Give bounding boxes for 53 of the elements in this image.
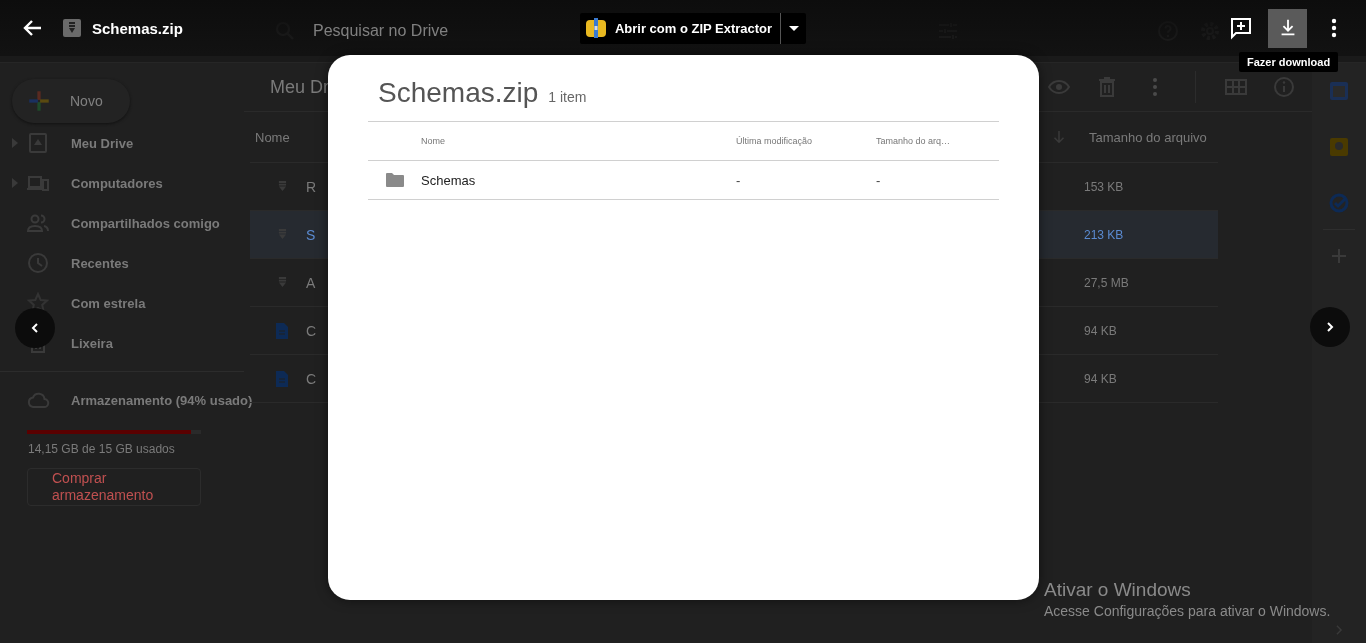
buy-storage-button[interactable]: Comprar armazenamento xyxy=(27,468,201,506)
file-size: 27,5 MB xyxy=(1084,275,1129,290)
chevron-right-icon xyxy=(1324,321,1336,333)
document-icon xyxy=(276,370,288,387)
storage-usage: 14,15 GB de 15 GB usados xyxy=(28,442,176,456)
info-icon xyxy=(1272,75,1296,99)
tooltip: Fazer download xyxy=(1239,52,1339,72)
entry-size: - xyxy=(876,172,882,188)
file-name: C xyxy=(306,370,317,387)
column-header[interactable]: Tamanho do arquivo xyxy=(1084,129,1218,145)
file-size: 94 KB xyxy=(1084,371,1117,386)
file-size: 94 KB xyxy=(1084,323,1117,338)
file-name: A xyxy=(306,274,316,291)
sidebar-item[interactable]: Com estrela xyxy=(71,295,146,311)
new-button[interactable]: Novo xyxy=(12,79,130,123)
storage-label: Armazenamento (94% usado) xyxy=(71,392,253,408)
column-header: Tamanho do arq… xyxy=(876,136,952,146)
file-name: C xyxy=(306,322,317,339)
archive-app-icon xyxy=(584,17,607,39)
column-header: Última modificação xyxy=(736,136,814,146)
more-icon xyxy=(1153,78,1157,96)
file-size: 153 KB xyxy=(1084,179,1124,194)
item-count: 1 item xyxy=(548,89,587,105)
file-name: S xyxy=(306,226,316,243)
search-field[interactable]: Pesquisar no Drive xyxy=(313,22,449,40)
sidebar-item[interactable]: Compartilhados comigo xyxy=(71,215,220,231)
chevron-left-icon xyxy=(29,322,41,334)
entry-name: Schemas xyxy=(421,172,477,188)
sidebar-item[interactable]: Meu Drive xyxy=(71,135,134,151)
activation-message: Acesse Configurações para ativar o Windows. xyxy=(1044,603,1331,619)
file-title: Schemas.zip xyxy=(92,19,183,37)
check-circle-icon xyxy=(1329,193,1349,213)
activation-title: Ativar o Windows xyxy=(1044,579,1192,601)
file-name: R xyxy=(306,178,317,195)
column-header: Nome xyxy=(421,136,446,146)
modified-date: - xyxy=(736,172,742,188)
dialog-title: Schemas.zip xyxy=(378,77,539,109)
clock-icon xyxy=(26,251,50,275)
zip-file-icon xyxy=(63,19,81,37)
download-button[interactable] xyxy=(1268,8,1307,48)
zip-file-icon xyxy=(277,277,287,288)
file-size: 213 KB xyxy=(1084,227,1124,242)
folder-icon xyxy=(385,173,404,187)
document-icon xyxy=(276,322,288,339)
add-comment-icon[interactable] xyxy=(1229,16,1253,40)
sidebar-item[interactable]: Recentes xyxy=(71,255,129,271)
plus-icon xyxy=(26,88,52,114)
zip-file-icon xyxy=(277,181,287,192)
caret-icon xyxy=(788,25,799,31)
breadcrumb[interactable]: Meu Dr xyxy=(270,76,329,98)
drive-icon xyxy=(26,131,50,155)
sidebar-item[interactable]: Computadores xyxy=(71,175,163,191)
sidebar-item[interactable]: Lixeira xyxy=(71,335,113,351)
